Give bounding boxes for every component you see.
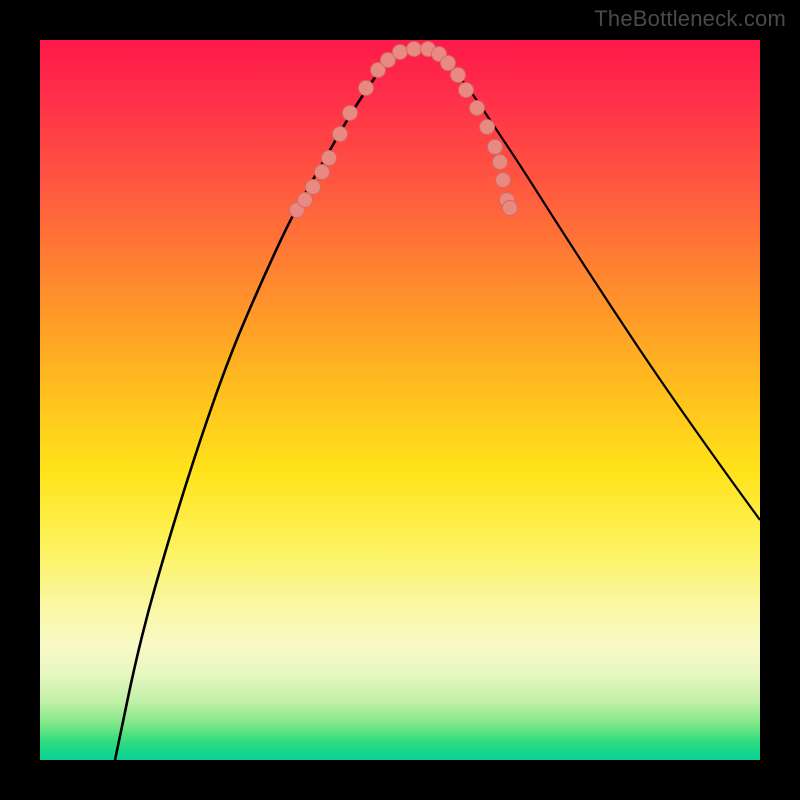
scatter-left <box>290 42 422 218</box>
data-point <box>298 193 313 208</box>
data-point <box>470 101 485 116</box>
chart-frame: TheBottleneck.com <box>0 0 800 800</box>
curve-left <box>115 48 415 760</box>
curve-right <box>415 48 760 520</box>
data-point <box>503 201 518 216</box>
data-point <box>496 173 511 188</box>
chart-svg <box>40 40 760 760</box>
scatter-right <box>421 42 518 216</box>
watermark-text: TheBottleneck.com <box>594 6 786 32</box>
data-point <box>480 120 495 135</box>
data-point <box>493 155 508 170</box>
data-point <box>488 140 503 155</box>
data-point <box>306 180 321 195</box>
data-point <box>343 106 358 121</box>
data-point <box>459 83 474 98</box>
data-point <box>393 45 408 60</box>
data-point <box>407 42 422 57</box>
data-point <box>333 127 348 142</box>
data-point <box>322 151 337 166</box>
data-point <box>441 56 456 71</box>
data-point <box>451 68 466 83</box>
plot-area <box>40 40 760 760</box>
data-point <box>315 165 330 180</box>
data-point <box>359 81 374 96</box>
